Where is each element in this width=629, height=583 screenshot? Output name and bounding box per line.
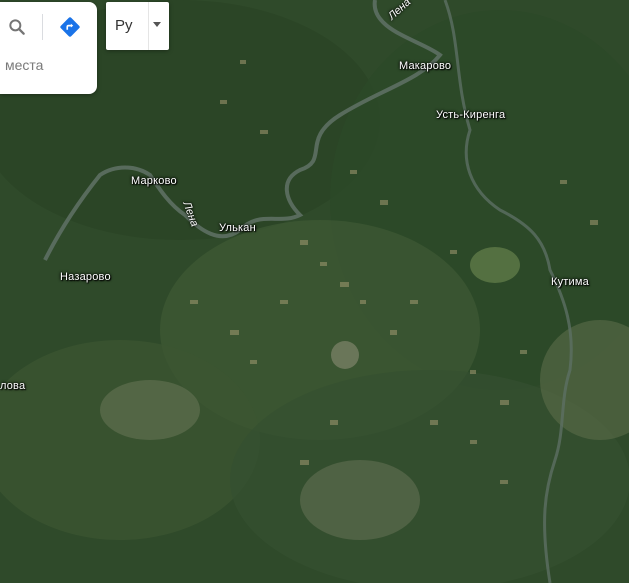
search-button[interactable] [0, 8, 34, 46]
language-select[interactable]: Ру [106, 2, 169, 50]
directions-icon [60, 17, 80, 37]
directions-button[interactable] [53, 8, 87, 46]
place-label[interactable]: лова [0, 380, 25, 392]
place-label[interactable]: Марково [131, 175, 177, 187]
place-label[interactable]: Усть-Киренга [436, 109, 505, 121]
place-label[interactable]: Кутима [551, 276, 589, 288]
place-label[interactable]: Макарово [399, 60, 451, 72]
caret-down-icon [153, 22, 161, 27]
place-label[interactable]: Улькан [219, 222, 256, 234]
place-label[interactable]: Назарово [60, 271, 111, 283]
language-value: Ру [115, 17, 133, 34]
search-icon [9, 19, 25, 35]
search-panel-text[interactable]: места [5, 57, 43, 73]
divider [42, 14, 43, 40]
search-panel: места [0, 2, 97, 94]
language-divider [148, 2, 149, 50]
